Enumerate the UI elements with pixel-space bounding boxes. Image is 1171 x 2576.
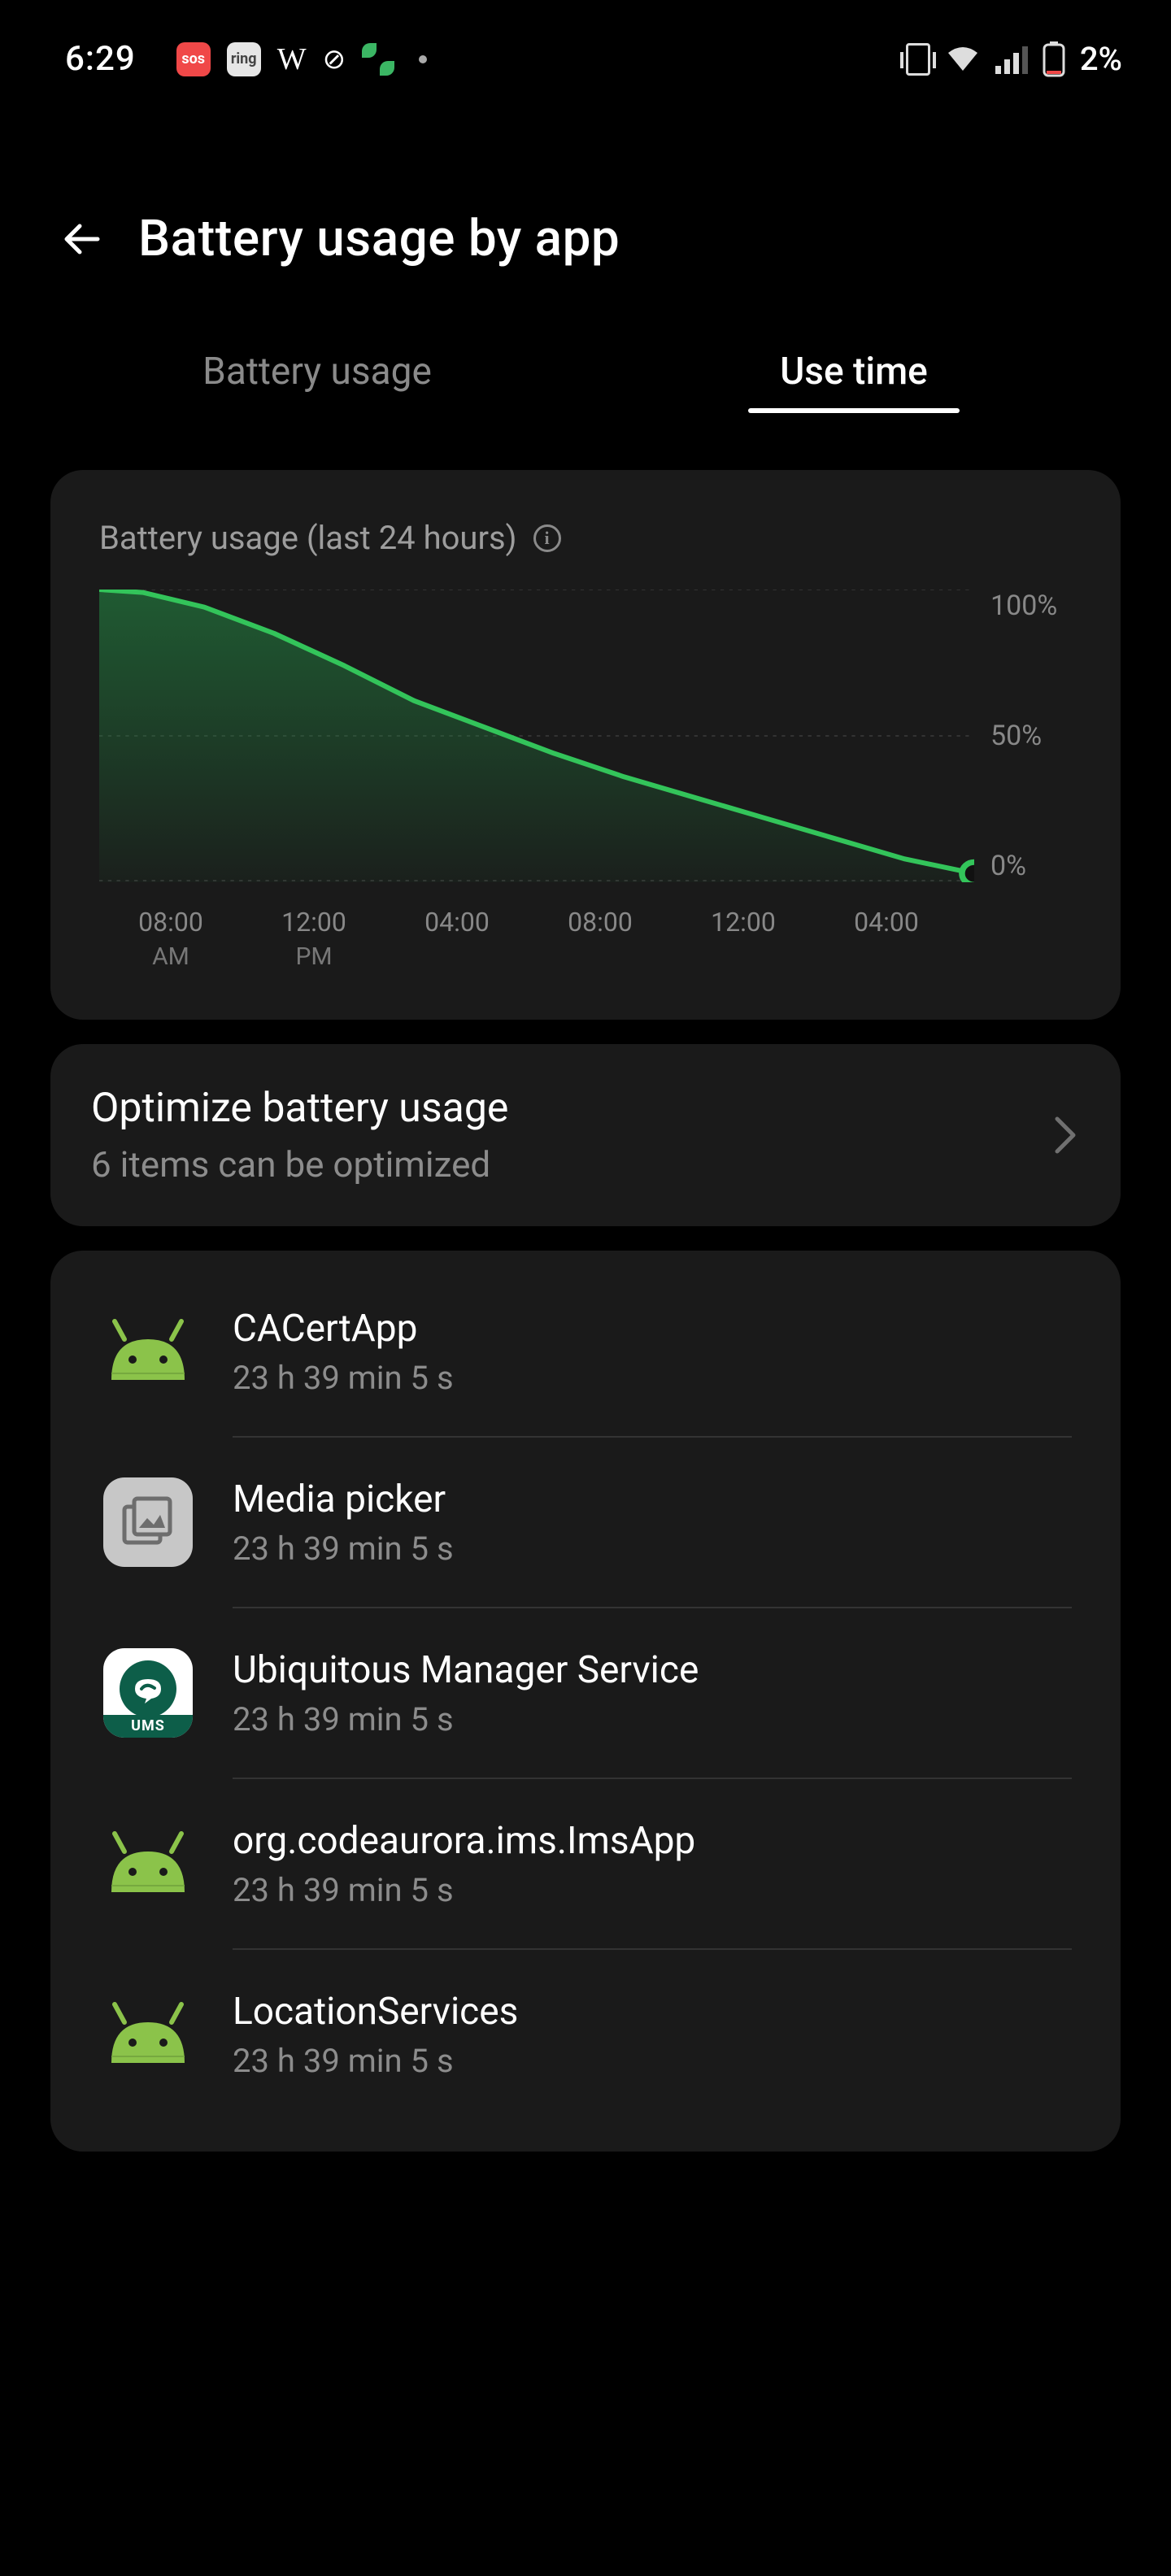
tab-use-time[interactable]: Use time bbox=[586, 350, 1122, 413]
status-time: 6:29 bbox=[65, 39, 136, 79]
app-time: 23 h 39 min 5 s bbox=[233, 2042, 518, 2080]
app-time: 23 h 39 min 5 s bbox=[233, 1530, 454, 1568]
status-bar: 6:29 sos ring W ⊘ 2% bbox=[0, 0, 1171, 95]
app-list-card: CACertApp 23 h 39 min 5 s Media picker 2… bbox=[50, 1251, 1121, 2152]
app-name: Media picker bbox=[233, 1477, 454, 1521]
ytick-0: 0% bbox=[990, 850, 1072, 882]
app-time: 23 h 39 min 5 s bbox=[233, 1871, 695, 1909]
chart-title: Battery usage (last 24 hours) bbox=[99, 519, 517, 557]
xtick: 08:00 bbox=[529, 907, 672, 971]
check-icon: ⊘ bbox=[323, 43, 346, 76]
signal-icon bbox=[995, 45, 1028, 74]
xtick: 04:00 bbox=[385, 907, 529, 971]
chart-card: Battery usage (last 24 hours) i bbox=[50, 470, 1121, 1020]
chart-plot bbox=[99, 590, 974, 882]
xtick: 04:00 bbox=[815, 907, 958, 971]
ums-label: UMS bbox=[103, 1715, 193, 1738]
optimize-title: Optimize battery usage bbox=[91, 1085, 508, 1132]
app-time: 23 h 39 min 5 s bbox=[233, 1700, 699, 1738]
optimize-card[interactable]: Optimize battery usage 6 items can be op… bbox=[50, 1044, 1121, 1226]
info-icon[interactable]: i bbox=[533, 524, 561, 552]
vibrate-icon bbox=[906, 43, 930, 76]
w-icon: W bbox=[277, 41, 307, 77]
header: Battery usage by app bbox=[0, 95, 1171, 301]
status-left: 6:29 sos ring W ⊘ bbox=[65, 39, 427, 79]
list-item[interactable]: LocationServices 23 h 39 min 5 s bbox=[50, 1950, 1121, 2119]
battery-icon bbox=[1043, 41, 1065, 77]
optimize-subtitle: 6 items can be optimized bbox=[91, 1143, 508, 1186]
page-title: Battery usage by app bbox=[138, 209, 620, 268]
android-icon bbox=[99, 1303, 197, 1400]
app-name: org.codeaurora.ims.ImsApp bbox=[233, 1819, 695, 1863]
ums-icon: UMS bbox=[99, 1644, 197, 1742]
xtick: 08:00AM bbox=[99, 907, 242, 971]
app-time: 23 h 39 min 5 s bbox=[233, 1359, 454, 1397]
chart-area: 100% 50% 0% bbox=[99, 590, 1072, 882]
sos-icon: sos bbox=[176, 42, 211, 76]
list-item[interactable]: Media picker 23 h 39 min 5 s bbox=[50, 1438, 1121, 1607]
xtick: 12:00PM bbox=[242, 907, 385, 971]
app-name: Ubiquitous Manager Service bbox=[233, 1648, 699, 1692]
chevron-right-icon bbox=[1051, 1114, 1080, 1156]
overflow-dot-icon bbox=[419, 55, 427, 63]
ytick-100: 100% bbox=[990, 590, 1072, 622]
status-right: 2% bbox=[906, 40, 1122, 78]
wifi-icon bbox=[945, 45, 981, 74]
ring-icon: ring bbox=[227, 42, 261, 76]
list-item[interactable]: org.codeaurora.ims.ImsApp 23 h 39 min 5 … bbox=[50, 1779, 1121, 1948]
media-picker-icon bbox=[99, 1473, 197, 1571]
list-item[interactable]: CACertApp 23 h 39 min 5 s bbox=[50, 1267, 1121, 1436]
android-icon bbox=[99, 1986, 197, 2083]
chart-y-labels: 100% 50% 0% bbox=[974, 590, 1072, 882]
android-icon bbox=[99, 1815, 197, 1912]
back-arrow-icon[interactable] bbox=[57, 215, 106, 263]
chart-x-labels: 08:00AM 12:00PM 04:00 08:00 12:00 04:00 bbox=[99, 907, 1072, 971]
app-name: LocationServices bbox=[233, 1990, 518, 2034]
list-item[interactable]: UMS Ubiquitous Manager Service 23 h 39 m… bbox=[50, 1608, 1121, 1778]
ytick-50: 50% bbox=[990, 720, 1072, 752]
xtick: 12:00 bbox=[672, 907, 815, 971]
tabs: Battery usage Use time bbox=[0, 301, 1171, 446]
app-green-icon bbox=[362, 43, 394, 76]
app-name: CACertApp bbox=[233, 1307, 454, 1351]
tab-battery-usage[interactable]: Battery usage bbox=[49, 350, 586, 413]
battery-percent: 2% bbox=[1080, 40, 1122, 78]
